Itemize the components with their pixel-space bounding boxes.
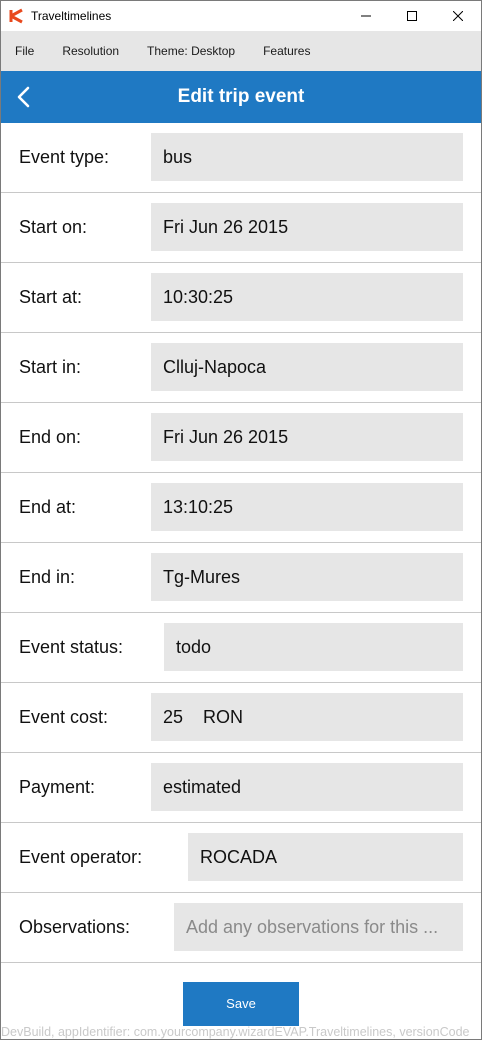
app-logo-icon	[9, 8, 23, 24]
app-header: Edit trip event	[1, 71, 481, 123]
observations-label: Observations:	[19, 917, 131, 937]
event-operator-field[interactable]: ROCADA	[188, 833, 463, 881]
event-status-field[interactable]: todo	[164, 623, 463, 671]
field-row-end-at: End at: 13:10:25	[1, 473, 481, 543]
field-row-observations: Observations: Add any observations for t…	[1, 893, 481, 963]
minimize-icon	[361, 15, 371, 17]
close-button[interactable]	[435, 1, 481, 31]
field-row-start-at: Start at: 10:30:25	[1, 263, 481, 333]
event-type-label: Event type:	[19, 147, 110, 167]
event-cost-label: Event cost:	[19, 707, 109, 727]
event-cost-field[interactable]: 25 RON	[151, 693, 463, 741]
save-button[interactable]: Save	[183, 982, 299, 1026]
field-row-end-in: End in: Tg-Mures	[1, 543, 481, 613]
end-at-field[interactable]: 13:10:25	[151, 483, 463, 531]
event-status-label: Event status:	[19, 637, 124, 657]
start-on-label: Start on:	[19, 217, 88, 237]
field-row-event-operator: Event operator: ROCADA	[1, 823, 481, 893]
build-info-footer: DevBuild, appIdentifier: com.yourcompany…	[1, 1025, 470, 1039]
title-bar: Traveltimelines	[1, 1, 481, 31]
field-row-event-type: Event type: bus	[1, 123, 481, 193]
field-row-end-on: End on: Fri Jun 26 2015	[1, 403, 481, 473]
page-title: Edit trip event	[177, 86, 305, 107]
start-in-label: Start in:	[19, 357, 82, 377]
start-in-field[interactable]: Clluj-Napoca	[151, 343, 463, 391]
window-title: Traveltimelines	[31, 9, 112, 23]
end-at-label: End at:	[19, 497, 77, 517]
menu-resolution[interactable]: Resolution	[48, 31, 133, 71]
start-at-field[interactable]: 10:30:25	[151, 273, 463, 321]
field-row-start-on: Start on: Fri Jun 26 2015	[1, 193, 481, 263]
field-row-start-in: Start in: Clluj-Napoca	[1, 333, 481, 403]
maximize-icon	[407, 11, 417, 21]
minimize-button[interactable]	[343, 1, 389, 31]
menu-bar: File Resolution Theme: Desktop Features	[1, 31, 481, 71]
event-type-field[interactable]: bus	[151, 133, 463, 181]
end-on-field[interactable]: Fri Jun 26 2015	[151, 413, 463, 461]
start-on-field[interactable]: Fri Jun 26 2015	[151, 203, 463, 251]
maximize-button[interactable]	[389, 1, 435, 31]
payment-field[interactable]: estimated	[151, 763, 463, 811]
app-window: Traveltimelines File Resolution Theme: D…	[0, 0, 482, 1040]
menu-features[interactable]: Features	[249, 31, 324, 71]
close-icon	[453, 11, 463, 21]
end-in-field[interactable]: Tg-Mures	[151, 553, 463, 601]
start-at-label: Start at:	[19, 287, 83, 307]
menu-file[interactable]: File	[1, 31, 48, 71]
field-row-event-status: Event status: todo	[1, 613, 481, 683]
payment-label: Payment:	[19, 777, 96, 797]
field-row-payment: Payment: estimated	[1, 753, 481, 823]
end-on-label: End on:	[19, 427, 82, 447]
edit-form: Event type: bus Start on: Fri Jun 26 201…	[1, 123, 481, 963]
field-row-event-cost: Event cost: 25 RON	[1, 683, 481, 753]
menu-theme[interactable]: Theme: Desktop	[133, 31, 249, 71]
event-operator-label: Event operator:	[19, 847, 143, 867]
observations-field[interactable]: Add any observations for this ...	[174, 903, 463, 951]
end-in-label: End in:	[19, 567, 76, 587]
